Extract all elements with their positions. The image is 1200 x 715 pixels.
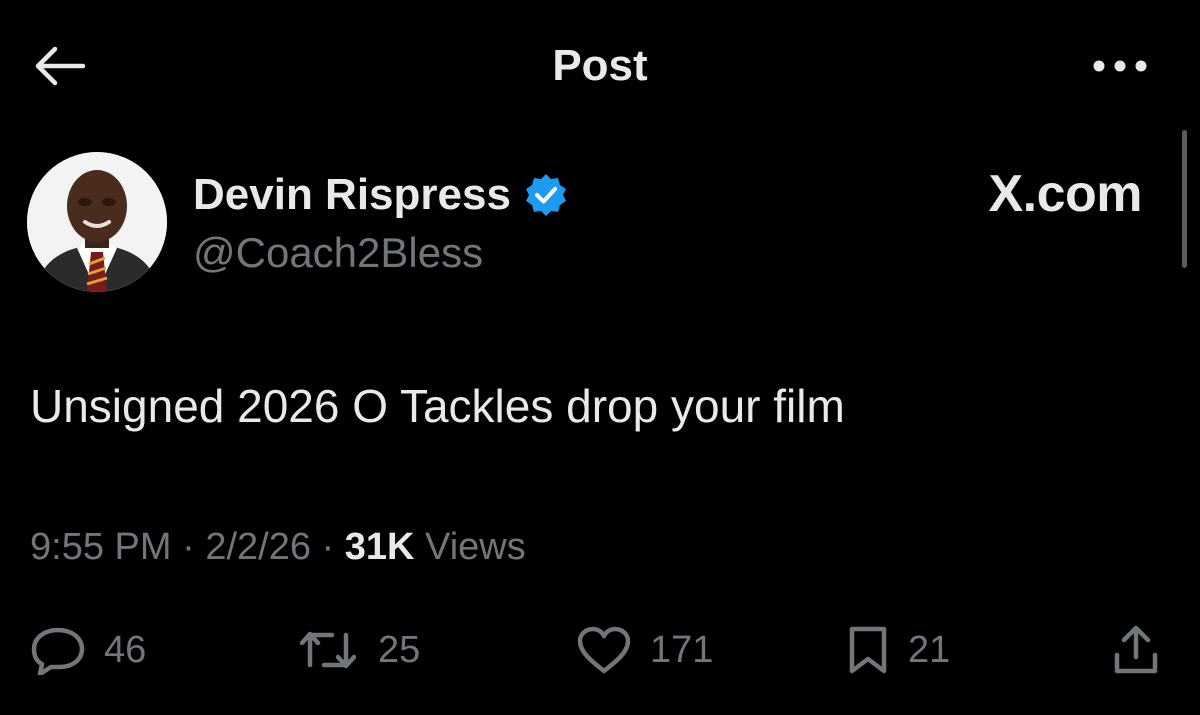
avatar[interactable] (27, 152, 167, 292)
repost-button[interactable]: 25 (296, 615, 420, 685)
arrow-left-icon (33, 46, 85, 86)
share-button[interactable] (1112, 615, 1160, 685)
bookmark-icon (846, 625, 890, 675)
heart-icon (576, 625, 632, 675)
source-label[interactable]: X.com (930, 164, 1142, 224)
scrollbar[interactable] (1182, 130, 1187, 268)
author-handle[interactable]: @Coach2Bless (193, 226, 483, 280)
verified-badge-icon (523, 172, 569, 218)
post-meta: 9:55 PM · 2/2/26 · 31K Views (30, 520, 526, 574)
meta-separator: · (171, 525, 206, 568)
repost-icon (296, 625, 360, 675)
views-count: 31K (344, 525, 415, 568)
post-text: Unsigned 2026 O Tackles drop your film (30, 380, 845, 432)
back-button[interactable] (28, 40, 90, 92)
top-bar: Post (0, 0, 1200, 130)
repost-count: 25 (378, 629, 421, 671)
post-time[interactable]: 9:55 PM (30, 526, 172, 569)
more-horizontal-icon (1090, 59, 1150, 73)
like-count: 171 (650, 629, 714, 671)
more-options-button[interactable] (1080, 44, 1160, 88)
meta-separator: · (310, 525, 345, 568)
reply-count: 46 (104, 629, 147, 671)
bookmark-count: 21 (908, 629, 951, 671)
share-icon (1112, 625, 1160, 675)
reply-icon (30, 625, 86, 675)
author-display-name: Devin Rispress (193, 170, 511, 219)
post-date[interactable]: 2/2/26 (205, 526, 311, 569)
like-button[interactable]: 171 (576, 615, 713, 685)
action-bar: 46 25 171 21 (0, 615, 1200, 685)
bookmark-button[interactable]: 21 (846, 615, 950, 685)
views-label: Views (425, 525, 526, 568)
page-title: Post (552, 41, 648, 90)
reply-button[interactable]: 46 (30, 615, 146, 685)
author-name-row[interactable]: Devin Rispress (193, 168, 569, 222)
